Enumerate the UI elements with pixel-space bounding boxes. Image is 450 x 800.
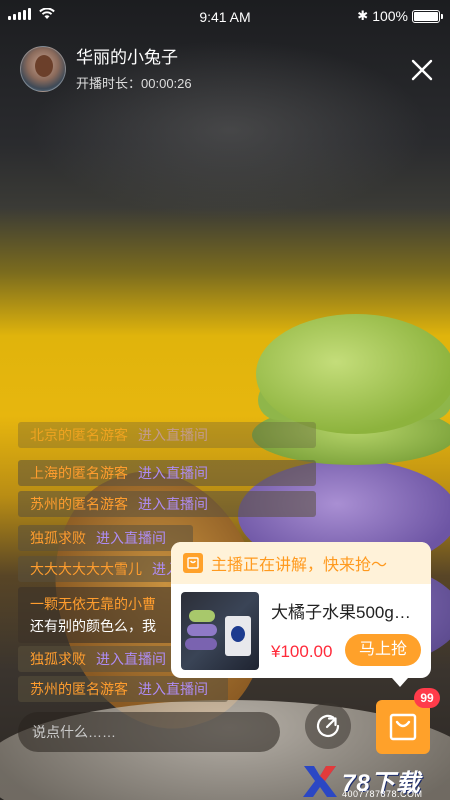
popup-header-text: 主播正在讲解，快来抢～: [211, 557, 388, 574]
live-room-screen: 9:41 AM ✱ 100% 华丽的小兔子 开播时长：00:00:26 北京的匿…: [0, 0, 450, 800]
host-name: 华丽的小兔子: [76, 47, 178, 67]
chat-message: 上海的匿名游客 进入直播间: [18, 460, 316, 486]
chat-username: 苏州的匿名游客: [30, 496, 128, 512]
macaron-green-top: [256, 314, 450, 434]
chat-username: 大大大大大大雪儿: [30, 561, 142, 577]
product-name[interactable]: 大橘子水果500g…: [271, 598, 421, 623]
chat-username: 独孤求败: [30, 530, 86, 546]
chat-action: 进入直播间: [96, 530, 166, 546]
close-icon: [411, 59, 433, 81]
chat-action: 进入直播间: [138, 465, 208, 481]
chat-username: 苏州的匿名游客: [30, 681, 128, 697]
watermark-url: 4007787878.COM: [342, 789, 423, 799]
comment-input[interactable]: 说点什么……: [18, 712, 280, 752]
battery-icon: [412, 9, 443, 23]
chat-message: 独孤求败 进入直播间: [18, 525, 193, 551]
product-price: ¥100.00: [271, 642, 333, 661]
share-icon: [316, 714, 340, 738]
popup-header: 主播正在讲解，快来抢～: [171, 542, 431, 584]
chat-content: 还有别的颜色么，我: [30, 618, 156, 634]
bag-icon: [183, 553, 203, 573]
live-duration: 开播时长：00:00:26: [76, 73, 192, 92]
chat-message: 苏州的匿名游客 进入直播间: [18, 676, 228, 702]
chat-action: 进入直播间: [96, 651, 166, 667]
chat-username: 上海的匿名游客: [30, 465, 128, 481]
chat-action: 进入直播间: [138, 427, 208, 443]
host-avatar[interactable]: [20, 46, 66, 92]
chat-message: 北京的匿名游客 进入直播间: [18, 422, 316, 448]
chat-message: 苏州的匿名游客 进入直播间: [18, 491, 316, 517]
product-thumbnail[interactable]: [181, 592, 259, 670]
bluetooth-icon: ✱: [357, 8, 369, 23]
chat-message: 大大大大大大雪儿进入直播间: [18, 556, 178, 582]
battery-percent: 100%: [372, 8, 408, 24]
chat-action: 进入直播间: [138, 496, 208, 512]
duration-value: 00:00:26: [141, 75, 192, 91]
product-popup[interactable]: 主播正在讲解，快来抢～ 大橘子水果500g… ¥100.00 马上抢: [171, 542, 431, 687]
share-button[interactable]: [305, 703, 351, 749]
close-button[interactable]: [408, 56, 436, 84]
cart-button[interactable]: [376, 700, 430, 754]
shopping-bag-icon: [389, 713, 417, 741]
chat-username: 一颗无依无靠的小曹: [30, 596, 156, 612]
chat-username: 北京的匿名游客: [30, 427, 128, 443]
site-watermark: 78下载 4007787878.COM: [300, 763, 450, 800]
duration-label: 开播时长：: [76, 75, 142, 91]
chat-username: 独孤求败: [30, 651, 86, 667]
chat-message-comment: 一颗无依无靠的小曹 还有别的颜色么，我: [18, 587, 178, 643]
popup-pointer: [392, 678, 408, 687]
chat-action: 进入直播间: [138, 681, 208, 697]
host-header: 华丽的小兔子 开播时长：00:00:26: [20, 46, 192, 92]
cart-count-badge: 99: [414, 688, 440, 708]
x-logo-icon: [303, 766, 337, 797]
status-bar: 9:41 AM ✱ 100%: [0, 0, 450, 34]
chat-message: 独孤求败 进入直播间: [18, 646, 178, 672]
buy-now-button[interactable]: 马上抢: [345, 634, 421, 666]
